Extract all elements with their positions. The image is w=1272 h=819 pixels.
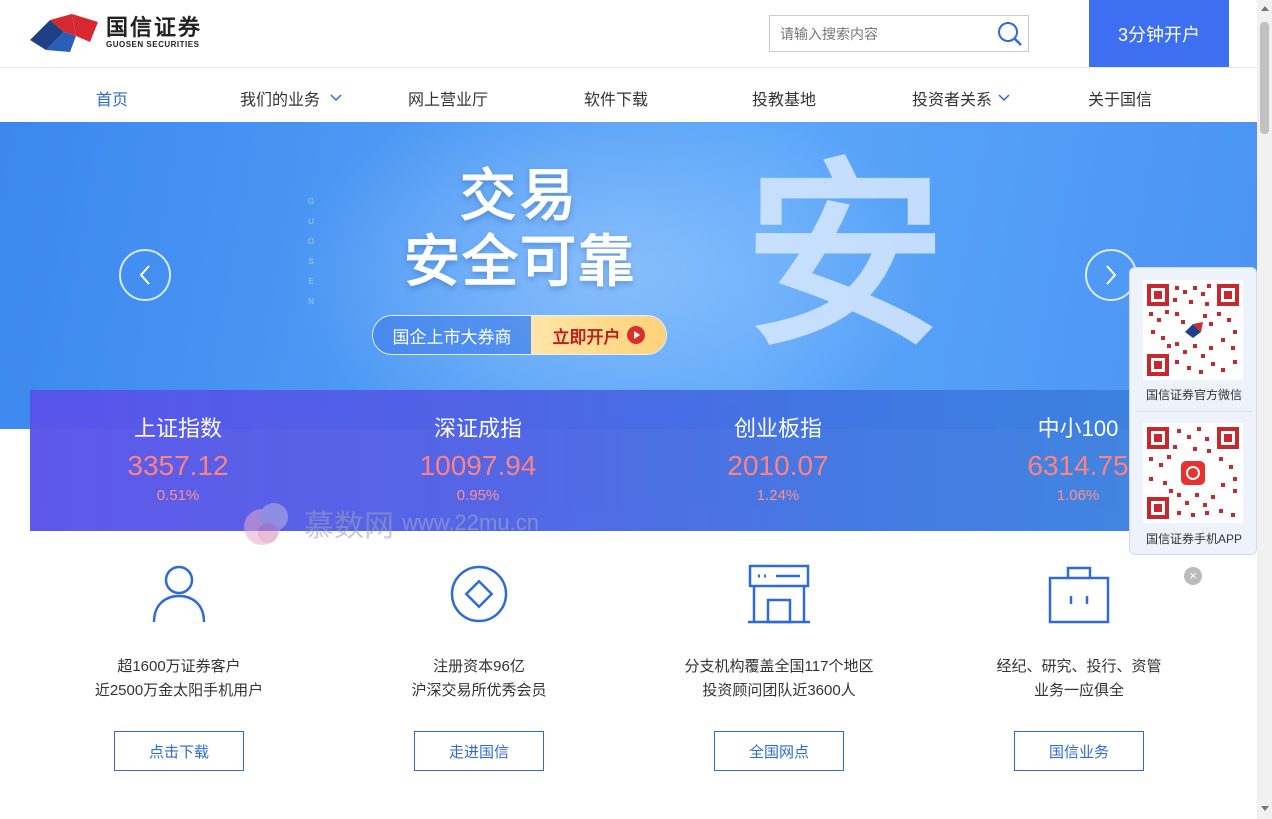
banner-headline: 交易 安全可靠 bbox=[390, 164, 650, 296]
scroll-thumb[interactable] bbox=[1260, 22, 1269, 134]
banner-cta-button[interactable]: 立即开户 bbox=[531, 316, 666, 354]
play-icon bbox=[626, 326, 645, 344]
main-nav: 首页 我们的业务 网上营业厅 软件下载 投教基地 投资者关系 关于国信 bbox=[0, 68, 1257, 122]
branch-network-button[interactable]: 全国网点 bbox=[714, 731, 844, 771]
site-header: 国信证券 GUOSEN SECURITIES 3分钟开户 bbox=[0, 0, 1257, 68]
banner-cta-tagline: 国企上市大券商 bbox=[373, 316, 531, 354]
feature-line1: 注册资本96亿 bbox=[433, 658, 525, 675]
nav-item-label: 投资者关系 bbox=[912, 92, 993, 109]
index-change: 1.24% bbox=[756, 487, 800, 504]
briefcase-icon bbox=[1048, 566, 1110, 624]
nav-item-investor-relations[interactable]: 投资者关系 bbox=[912, 86, 1010, 110]
nav-item-software[interactable]: 软件下载 bbox=[584, 86, 648, 110]
carousel-prev-button[interactable] bbox=[119, 249, 171, 301]
search-input[interactable] bbox=[770, 16, 985, 51]
banner-headline-line2: 安全可靠 bbox=[404, 230, 636, 293]
business-button[interactable]: 国信业务 bbox=[1014, 731, 1144, 771]
feature-card: 经纪、研究、投行、资管 业务一应俱全 国信业务 bbox=[949, 560, 1209, 771]
watermark-text: 慕数网 bbox=[304, 510, 394, 543]
wechat-qr-code[interactable] bbox=[1143, 280, 1243, 380]
nav-item-online-hall[interactable]: 网上营业厅 bbox=[408, 86, 488, 110]
feature-line2: 近2500万金太阳手机用户 bbox=[94, 682, 264, 699]
feature-card: 分支机构覆盖全国117个地区 投资顾问团队近3600人 全国网点 bbox=[649, 560, 909, 771]
index-value: 2010.07 bbox=[727, 450, 829, 481]
banner-big-character: 安 bbox=[745, 139, 946, 374]
feature-line1: 经纪、研究、投行、资管 bbox=[996, 658, 1162, 675]
nav-item-label: 我们的业务 bbox=[240, 92, 321, 109]
nav-item-label: 关于国信 bbox=[1088, 92, 1153, 109]
app-qr-code[interactable] bbox=[1143, 423, 1243, 523]
qr-code-panel: 国信证券官方微信 国信证券手机APP bbox=[1129, 267, 1257, 555]
about-guosen-button[interactable]: 走进国信 bbox=[414, 731, 544, 771]
nav-item-investor-education[interactable]: 投教基地 bbox=[752, 86, 816, 110]
feature-line1: 分支机构覆盖全国117个地区 bbox=[684, 658, 874, 675]
banner-cta-label: 立即开户 bbox=[552, 327, 621, 347]
banner-cta[interactable]: 国企上市大券商 立即开户 bbox=[372, 315, 667, 355]
close-qr-panel-button[interactable]: × bbox=[1184, 567, 1202, 585]
search-icon[interactable] bbox=[996, 20, 1024, 48]
user-icon bbox=[152, 565, 206, 623]
nav-item-label: 首页 bbox=[96, 92, 129, 109]
scroll-up-icon[interactable] bbox=[1261, 6, 1269, 11]
index-name: 创业板指 bbox=[733, 416, 822, 441]
watermark-url: www.22mu.cn bbox=[402, 510, 539, 535]
feature-card: 注册资本96亿 沪深交易所优秀会员 走进国信 bbox=[349, 560, 609, 771]
banner-vertical-text: GUOSEN bbox=[307, 197, 315, 306]
nav-item-business[interactable]: 我们的业务 bbox=[240, 86, 342, 110]
feature-line2: 业务一应俱全 bbox=[1033, 682, 1124, 699]
banner-headline-line1: 交易 bbox=[460, 164, 580, 227]
index-name: 上证指数 bbox=[133, 416, 222, 441]
app-qr-label: 国信证券手机APP bbox=[1145, 532, 1242, 546]
scroll-down-icon[interactable] bbox=[1261, 806, 1269, 811]
diamond-coin-icon bbox=[450, 565, 508, 623]
nav-item-about[interactable]: 关于国信 bbox=[1088, 86, 1152, 110]
market-index-bar: 上证指数 3357.12 0.51% 深证成指 10097.94 0.95% 创… bbox=[30, 390, 1160, 531]
feature-line2: 投资顾问团队近3600人 bbox=[702, 682, 856, 699]
branch-building-icon bbox=[748, 564, 810, 624]
nav-item-label: 投教基地 bbox=[752, 92, 817, 109]
index-item[interactable]: 上证指数 3357.12 0.51% bbox=[78, 414, 278, 506]
wechat-qr-label: 国信证券官方微信 bbox=[1145, 388, 1242, 402]
download-button[interactable]: 点击下载 bbox=[114, 731, 244, 771]
feature-line1: 超1600万证券客户 bbox=[117, 658, 241, 675]
chevron-right-icon bbox=[1106, 265, 1117, 285]
search-box bbox=[769, 15, 1029, 52]
index-value: 3357.12 bbox=[127, 450, 229, 481]
logo-name-cn: 国信证券 bbox=[106, 14, 203, 40]
hero-banner[interactable]: GUOSEN 交易 安全可靠 国企上市大券商 立即开户 安 bbox=[0, 122, 1257, 429]
index-item[interactable]: 创业板指 2010.07 1.24% bbox=[678, 414, 878, 506]
chevron-down-icon bbox=[330, 94, 342, 102]
index-value: 10097.94 bbox=[419, 450, 537, 481]
index-name: 深证成指 bbox=[433, 416, 522, 441]
nav-item-label: 网上营业厅 bbox=[408, 92, 489, 109]
open-account-button[interactable]: 3分钟开户 bbox=[1089, 0, 1229, 67]
logo-name-en: GUOSEN SECURITIES bbox=[106, 39, 200, 49]
chevron-left-icon bbox=[139, 265, 150, 285]
feature-line2: 沪深交易所优秀会员 bbox=[411, 682, 547, 699]
chevron-down-icon bbox=[998, 94, 1010, 102]
logo[interactable]: 国信证券 GUOSEN SECURITIES bbox=[30, 12, 202, 52]
feature-card: 超1600万证券客户 近2500万金太阳手机用户 点击下载 bbox=[49, 560, 309, 771]
watermark: 慕数网 www.22mu.cn bbox=[238, 497, 539, 549]
nav-item-home[interactable]: 首页 bbox=[96, 86, 128, 110]
nav-item-label: 软件下载 bbox=[584, 92, 649, 109]
watermark-logo-icon bbox=[244, 503, 288, 545]
index-item[interactable]: 深证成指 10097.94 0.95% bbox=[378, 414, 578, 506]
page-scrollbar[interactable] bbox=[1257, 0, 1272, 819]
logo-mark-icon bbox=[30, 14, 98, 52]
